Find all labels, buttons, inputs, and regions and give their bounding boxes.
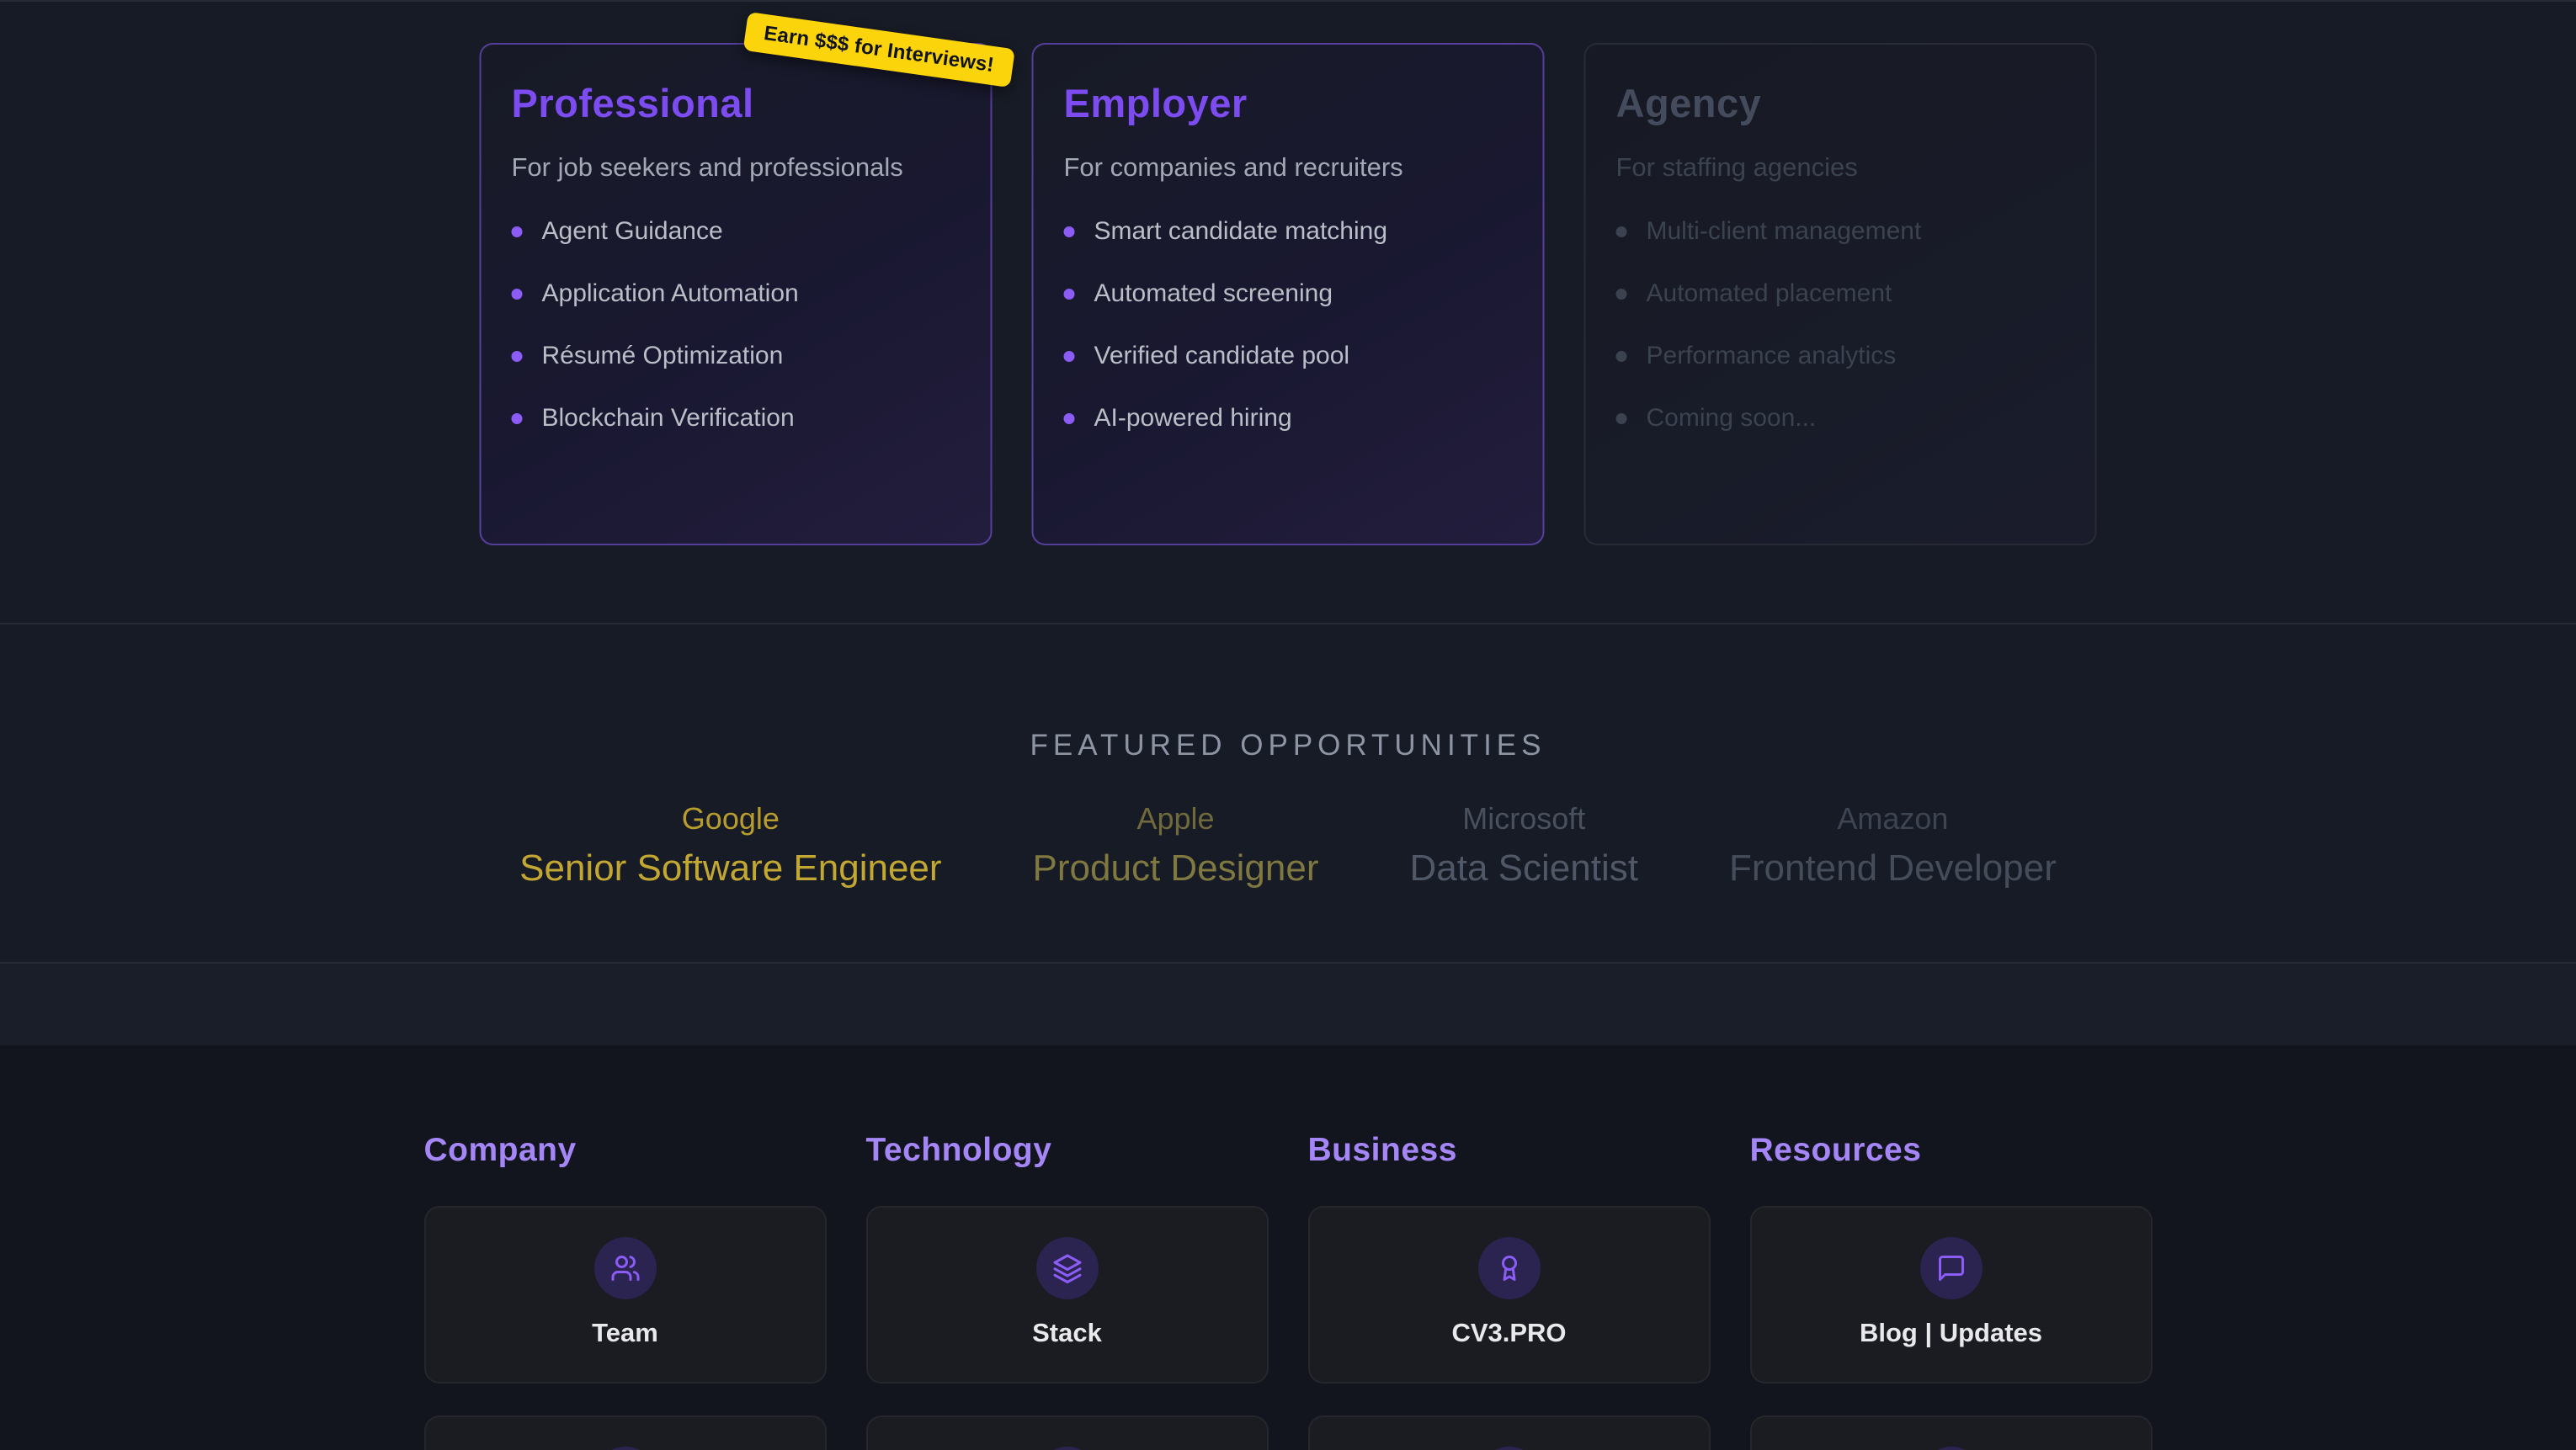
- bullet-icon: [1064, 226, 1075, 237]
- footer-card-label: Team: [592, 1318, 658, 1348]
- plan-card-employer[interactable]: Employer For companies and recruiters Sm…: [1032, 43, 1545, 545]
- footer-card-cv3pro[interactable]: CV3.PRO: [1308, 1206, 1711, 1384]
- plan-feature: Smart candidate matching: [1064, 217, 1513, 246]
- plan-subtitle: For companies and recruiters: [1064, 152, 1513, 183]
- plan-feature: Multi-client management: [1616, 217, 2065, 246]
- plan-feature-label: Smart candidate matching: [1094, 217, 1388, 246]
- plan-feature: Automated screening: [1064, 279, 1513, 308]
- footer-column-heading: Company: [424, 1132, 827, 1169]
- plan-feature-label: Agent Guidance: [542, 217, 723, 246]
- plan-feature-label: Application Automation: [542, 279, 799, 308]
- award-icon: [1478, 1237, 1541, 1299]
- plan-feature-label: Automated screening: [1094, 279, 1333, 308]
- footer-card-partial[interactable]: [424, 1415, 827, 1450]
- hidden-icon: [1036, 1447, 1099, 1450]
- plan-feature-label: Blockchain Verification: [542, 404, 795, 433]
- featured-company: Amazon: [1729, 801, 2057, 837]
- footer-card-label: CV3.PRO: [1451, 1318, 1566, 1348]
- plan-feature-label: Verified candidate pool: [1094, 342, 1350, 370]
- footer-column-business: Business CV3.PRO: [1308, 1132, 1711, 1450]
- footer-column-company: Company Team: [424, 1132, 827, 1450]
- footer-card-stack[interactable]: Stack: [866, 1206, 1269, 1384]
- featured-item-amazon[interactable]: Amazon Frontend Developer: [1729, 801, 2057, 890]
- plan-feature: AI-powered hiring: [1064, 404, 1513, 433]
- bullet-icon: [512, 413, 523, 424]
- plan-feature-label: Automated placement: [1647, 279, 1892, 308]
- featured-item-microsoft[interactable]: Microsoft Data Scientist: [1410, 801, 1638, 890]
- plan-feature: Coming soon...: [1616, 404, 2065, 433]
- page: Earn $$$ for Interviews! Professional Fo…: [0, 0, 2576, 1450]
- footer: Company Team Technolo: [0, 1045, 2576, 1450]
- footer-card-blog[interactable]: Blog | Updates: [1750, 1206, 2153, 1384]
- plan-subtitle: For job seekers and professionals: [512, 152, 961, 183]
- plan-title: Professional: [512, 80, 961, 126]
- bullet-icon: [1064, 351, 1075, 362]
- featured-opportunities-section: FEATURED OPPORTUNITIES Google Senior Sof…: [0, 624, 2576, 964]
- plan-feature-label: Coming soon...: [1647, 404, 1817, 433]
- featured-company: Microsoft: [1410, 801, 1638, 837]
- message-icon: [1920, 1237, 1983, 1299]
- featured-item-google[interactable]: Google Senior Software Engineer: [519, 801, 941, 890]
- plan-feature-label: AI-powered hiring: [1094, 404, 1292, 433]
- featured-role: Frontend Developer: [1729, 847, 2057, 890]
- bullet-icon: [1064, 289, 1075, 300]
- featured-heading: FEATURED OPPORTUNITIES: [0, 624, 2576, 762]
- plan-feature: Agent Guidance: [512, 217, 961, 246]
- plan-feature-label: Performance analytics: [1647, 342, 1897, 370]
- plan-feature: Verified candidate pool: [1064, 342, 1513, 370]
- plan-title: Employer: [1064, 80, 1513, 126]
- plan-feature-list: Agent Guidance Application Automation Ré…: [512, 217, 961, 433]
- plan-card-professional[interactable]: Professional For job seekers and profess…: [480, 43, 993, 545]
- footer-card-label: Stack: [1032, 1318, 1102, 1348]
- footer-card-partial[interactable]: [1750, 1415, 2153, 1450]
- bullet-icon: [512, 226, 523, 237]
- featured-company: Google: [519, 801, 941, 837]
- footer-column-heading: Resources: [1750, 1132, 2153, 1169]
- featured-role: Data Scientist: [1410, 847, 1638, 890]
- featured-company: Apple: [1033, 801, 1319, 837]
- plans-section: Earn $$$ for Interviews! Professional Fo…: [0, 2, 2576, 624]
- hidden-icon: [1920, 1447, 1983, 1450]
- hidden-icon: [1478, 1447, 1541, 1450]
- bullet-icon: [1616, 289, 1627, 300]
- plan-card-agency: Agency For staffing agencies Multi-clien…: [1584, 43, 2097, 545]
- footer-column-heading: Business: [1308, 1132, 1711, 1169]
- hidden-icon: [594, 1447, 657, 1450]
- plan-title: Agency: [1616, 80, 2065, 126]
- bullet-icon: [1616, 413, 1627, 424]
- bullet-icon: [512, 289, 523, 300]
- footer-card-partial[interactable]: [866, 1415, 1269, 1450]
- footer-card-label: Blog | Updates: [1860, 1318, 2042, 1348]
- bullet-icon: [1616, 226, 1627, 237]
- spacer-band: [0, 964, 2576, 1045]
- featured-role: Product Designer: [1033, 847, 1319, 890]
- plans-row: Professional For job seekers and profess…: [480, 43, 2097, 545]
- layers-icon: [1036, 1237, 1099, 1299]
- plan-feature: Résumé Optimization: [512, 342, 961, 370]
- plan-feature-label: Multi-client management: [1647, 217, 1922, 246]
- plan-feature: Application Automation: [512, 279, 961, 308]
- users-icon: [594, 1237, 657, 1299]
- featured-carousel: Google Senior Software Engineer Apple Pr…: [0, 801, 2576, 890]
- footer-card-team[interactable]: Team: [424, 1206, 827, 1384]
- plan-feature-list: Smart candidate matching Automated scree…: [1064, 217, 1513, 433]
- bullet-icon: [512, 351, 523, 362]
- plan-feature: Performance analytics: [1616, 342, 2065, 370]
- footer-card-partial[interactable]: [1308, 1415, 1711, 1450]
- featured-role: Senior Software Engineer: [519, 847, 941, 890]
- plan-feature: Blockchain Verification: [512, 404, 961, 433]
- footer-column-resources: Resources Blog | Updates: [1750, 1132, 2153, 1450]
- featured-item-apple[interactable]: Apple Product Designer: [1033, 801, 1319, 890]
- plan-feature-label: Résumé Optimization: [542, 342, 784, 370]
- footer-column-technology: Technology Stack: [866, 1132, 1269, 1450]
- bullet-icon: [1616, 351, 1627, 362]
- plan-feature-list: Multi-client management Automated placem…: [1616, 217, 2065, 433]
- plan-feature: Automated placement: [1616, 279, 2065, 308]
- footer-column-heading: Technology: [866, 1132, 1269, 1169]
- footer-grid: Company Team Technolo: [424, 1132, 2153, 1450]
- plan-subtitle: For staffing agencies: [1616, 152, 2065, 183]
- bullet-icon: [1064, 413, 1075, 424]
- footer-inner: Company Team Technolo: [424, 1045, 2153, 1450]
